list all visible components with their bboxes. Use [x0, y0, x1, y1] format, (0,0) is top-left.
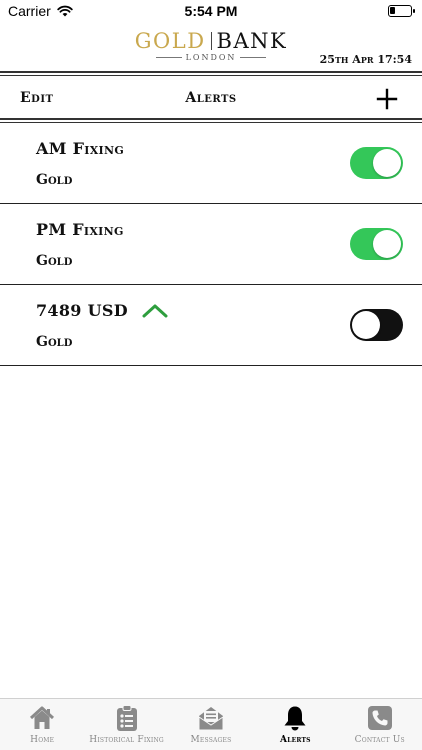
- clipboard-list-icon: [116, 705, 137, 731]
- tab-bar: Home Historical Fixing Messages Alerts C…: [0, 698, 422, 750]
- tab-home[interactable]: Home: [0, 699, 84, 750]
- tab-messages[interactable]: Messages: [169, 699, 253, 750]
- bell-icon: [284, 706, 306, 731]
- battery-icon: [388, 5, 415, 17]
- alert-row[interactable]: 7489 USD Gold: [0, 285, 422, 366]
- status-bar: Carrier 5:54 PM: [0, 0, 422, 22]
- toolbar: Edit Alerts: [0, 78, 422, 120]
- alert-metal: Gold: [36, 253, 73, 269]
- alert-title: PM Fixing: [36, 220, 124, 239]
- alert-metal: Gold: [36, 334, 73, 350]
- alert-toggle[interactable]: [350, 309, 403, 341]
- header-divider: [0, 71, 422, 76]
- status-time: 5:54 PM: [184, 3, 238, 19]
- tab-label: Historical Fixing: [89, 735, 164, 745]
- house-icon: [30, 706, 55, 729]
- brand-rule-right: [240, 57, 267, 58]
- tab-historical-fixing[interactable]: Historical Fixing: [84, 699, 168, 750]
- brand-rule-left: [155, 57, 182, 58]
- alert-title: AM Fixing: [36, 139, 125, 158]
- arrow-up-icon: [142, 304, 168, 317]
- add-alert-button[interactable]: [376, 88, 398, 110]
- alert-row[interactable]: PM Fixing Gold: [0, 204, 422, 285]
- tab-label: Alerts: [280, 735, 311, 745]
- brand-gold-text: GOLD: [134, 29, 206, 53]
- alert-row[interactable]: AM Fixing Gold: [0, 123, 422, 204]
- tab-label: Messages: [190, 735, 232, 745]
- alert-toggle[interactable]: [350, 147, 403, 179]
- envelope-open-icon: [198, 707, 224, 731]
- tab-alerts[interactable]: Alerts: [253, 699, 337, 750]
- brand-divider: [210, 32, 212, 50]
- header-datetime: 25th Apr 17:54: [319, 53, 412, 66]
- tab-contact-us[interactable]: Contact Us: [338, 699, 422, 750]
- alert-toggle[interactable]: [350, 228, 403, 260]
- page-title: Alerts: [185, 90, 237, 106]
- alerts-list: AM Fixing Gold PM Fixing Gold 7489 USD G…: [0, 123, 422, 366]
- brand-bank-text: BANK: [216, 29, 288, 53]
- alert-title: 7489 USD: [36, 301, 128, 320]
- brand-sub-text: LONDON: [185, 53, 237, 62]
- tab-label: Home: [30, 735, 55, 745]
- phone-icon: [367, 706, 392, 730]
- alert-metal: Gold: [36, 172, 73, 188]
- edit-button[interactable]: Edit: [20, 90, 53, 106]
- tab-label: Contact Us: [354, 735, 405, 745]
